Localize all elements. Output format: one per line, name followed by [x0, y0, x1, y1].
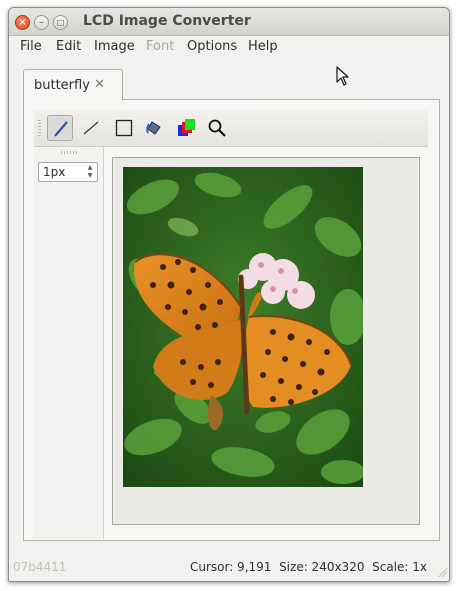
color-swap-icon	[178, 119, 195, 136]
window-maximize-button[interactable]: □	[53, 15, 68, 30]
tab-label: butterfly	[34, 78, 90, 93]
menu-font: Font	[146, 39, 175, 54]
cursor-position: Cursor: 9,191	[189, 560, 272, 574]
menu-help[interactable]: Help	[248, 39, 278, 54]
tools-toolbar	[34, 110, 428, 147]
image-size: Size: 240x320	[279, 560, 365, 574]
zoom-scale: Scale: 1x	[372, 560, 427, 574]
title-bar[interactable]: × – □ LCD Image Converter	[9, 8, 449, 36]
close-x-icon[interactable]: ✕	[94, 77, 105, 92]
tool-options-panel: 1px ▲ ▼	[34, 147, 104, 539]
menu-image[interactable]: Image	[94, 39, 135, 54]
spin-up-icon[interactable]: ▲	[85, 164, 95, 172]
butterfly-image[interactable]	[123, 167, 363, 487]
line-width-value: 1px	[43, 165, 66, 179]
pen-tool-button[interactable]	[47, 115, 73, 141]
window-close-button[interactable]: ×	[15, 15, 30, 30]
zoom-tool-button[interactable]	[204, 115, 230, 141]
line-tool-button[interactable]	[78, 115, 104, 141]
line-width-spinbox[interactable]: 1px ▲ ▼	[38, 162, 98, 182]
status-bar: 07b4411 Cursor: 9,191 Size: 240x320 Scal…	[9, 557, 449, 579]
fill-tool-button[interactable]	[142, 115, 168, 141]
fill-bucket-icon	[146, 121, 161, 135]
menu-bar: File Edit Image Font Options Help	[9, 36, 449, 58]
tab-butterfly[interactable]: butterfly ✕	[23, 69, 123, 101]
menu-edit[interactable]: Edit	[56, 39, 81, 54]
document-pane: 1px ▲ ▼	[23, 99, 440, 541]
rectangle-icon	[115, 119, 133, 137]
spin-down-icon[interactable]: ▼	[85, 172, 95, 180]
panel-grip-icon[interactable]	[61, 151, 77, 154]
image-canvas-area[interactable]	[112, 157, 420, 525]
version-label: 07b4411	[13, 560, 67, 574]
pen-icon	[54, 121, 68, 137]
window-minimize-button[interactable]: –	[34, 15, 49, 30]
line-icon	[83, 121, 99, 135]
menu-options[interactable]: Options	[187, 39, 237, 54]
mouse-pointer-icon	[336, 66, 349, 86]
toolbar-grip-icon[interactable]	[38, 120, 41, 136]
zoom-icon	[208, 119, 226, 137]
menu-file[interactable]: File	[20, 39, 42, 54]
app-window: × – □ LCD Image Converter File Edit Imag…	[8, 7, 450, 582]
resize-grip-icon[interactable]	[437, 567, 447, 577]
window-title: LCD Image Converter	[83, 13, 251, 29]
color-tool-button[interactable]	[173, 115, 199, 141]
status-info: Cursor: 9,191 Size: 240x320 Scale: 1x	[190, 560, 427, 574]
rectangle-tool-button[interactable]	[111, 115, 137, 141]
butterfly-picture	[123, 167, 363, 487]
